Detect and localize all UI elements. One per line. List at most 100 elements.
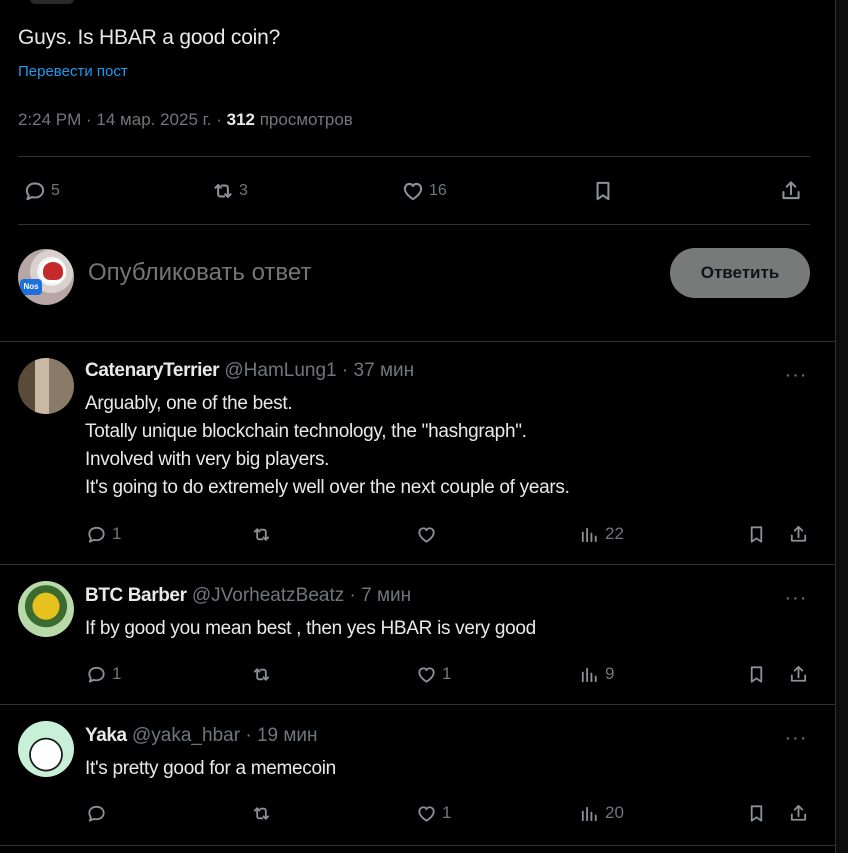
avatar[interactable]: Nos	[18, 249, 74, 305]
avatar[interactable]	[18, 581, 74, 637]
reply-header: BTC Barber @JVorheatzBeatz · 7 мин	[85, 585, 411, 607]
top-bar-fragment	[30, 0, 74, 4]
divider	[18, 224, 810, 225]
repost-icon	[253, 527, 270, 541]
repost-icon	[214, 184, 232, 198]
reply-button[interactable]: Ответить	[670, 248, 810, 298]
display-name[interactable]: Yaka	[85, 725, 127, 746]
user-handle[interactable]: @JVorheatzBeatz	[192, 585, 344, 606]
reply-item[interactable]: BTC Barber @JVorheatzBeatz · 7 мин ··· I…	[0, 565, 836, 704]
post-text: Guys. Is HBAR a good coin?	[18, 26, 281, 49]
meta-separator: ·	[240, 725, 257, 746]
reply-time[interactable]: 37 мин	[354, 360, 415, 381]
meta-separator: ·	[344, 585, 362, 606]
repost-icon	[253, 806, 270, 820]
bookmark-action[interactable]	[745, 659, 768, 689]
repost-count: 3	[239, 182, 248, 199]
reply-header: Yaka @yaka_hbar · 19 мин	[85, 725, 318, 747]
like-action[interactable]: 16	[400, 168, 447, 214]
repost-action[interactable]	[250, 798, 277, 828]
reply-action[interactable]: 1	[85, 519, 121, 549]
display-name[interactable]: CatenaryTerrier	[85, 360, 220, 381]
repost-action[interactable]	[250, 519, 277, 549]
share-icon	[782, 181, 800, 200]
share-icon	[790, 665, 807, 682]
bookmark-action[interactable]	[745, 798, 768, 828]
reply-action[interactable]: 1	[85, 659, 121, 689]
like-action[interactable]	[415, 519, 442, 549]
like-action[interactable]: 1	[415, 798, 451, 828]
analytics-icon	[581, 527, 597, 542]
heart-icon	[403, 182, 423, 201]
comment-icon	[88, 526, 105, 543]
reply-item[interactable]: Yaka @yaka_hbar · 19 мин ··· It's pretty…	[0, 705, 836, 845]
divider	[18, 156, 810, 157]
display-name[interactable]: BTC Barber	[85, 585, 187, 606]
share-icon	[790, 525, 807, 542]
views-count: 312	[226, 110, 255, 129]
repost-action[interactable]: 3	[210, 168, 248, 214]
like-count: 16	[429, 182, 447, 199]
user-handle[interactable]: @HamLung1	[224, 360, 336, 381]
reply-count: 1	[112, 664, 122, 683]
post-time[interactable]: 2:24 PM	[18, 110, 81, 129]
more-options-icon[interactable]: ···	[784, 588, 808, 613]
reply-time[interactable]: 7 мин	[361, 585, 411, 606]
analytics-icon	[581, 667, 597, 682]
bookmark-icon	[750, 804, 763, 822]
scrollbar[interactable]	[836, 0, 848, 853]
heart-icon	[418, 805, 435, 822]
share-action[interactable]	[787, 798, 810, 828]
post-meta: 2:24 PM · 14 мар. 2025 г. · 312 просмотр…	[18, 110, 353, 130]
views-label: просмотров	[259, 110, 353, 129]
bookmark-icon	[750, 665, 763, 683]
user-handle[interactable]: @yaka_hbar	[132, 725, 240, 746]
comment-icon	[88, 666, 105, 683]
views-action[interactable]: 20	[578, 798, 624, 828]
reply-count: 5	[51, 182, 60, 199]
meta-separator: ·	[211, 110, 227, 129]
helmet-graphic	[40, 259, 66, 283]
more-options-icon[interactable]: ···	[784, 365, 808, 390]
share-icon	[790, 804, 807, 821]
view-count: 20	[605, 803, 624, 822]
heart-icon	[418, 526, 435, 543]
reply-header: CatenaryTerrier @HamLung1 · 37 мин	[85, 360, 414, 382]
view-count: 9	[605, 664, 615, 683]
reply-input[interactable]	[88, 259, 588, 287]
comment-icon	[25, 182, 45, 201]
post-date[interactable]: 14 мар. 2025 г.	[96, 110, 211, 129]
share-action[interactable]	[787, 659, 810, 689]
reply-action[interactable]: 5	[22, 168, 60, 214]
meta-separator: ·	[336, 360, 354, 381]
translate-post-link[interactable]: Перевести пост	[18, 63, 128, 80]
meta-separator: ·	[81, 110, 97, 129]
bookmark-action[interactable]	[590, 168, 616, 214]
like-count: 1	[442, 803, 452, 822]
more-options-icon[interactable]: ···	[784, 728, 808, 753]
reply-text: If by good you mean best , then yes HBAR…	[85, 618, 536, 639]
reply-action[interactable]	[85, 798, 112, 828]
reply-item[interactable]: CatenaryTerrier @HamLung1 · 37 мин ··· A…	[0, 342, 836, 564]
share-action[interactable]	[778, 168, 804, 214]
share-action[interactable]	[787, 519, 810, 549]
post-detail-column: Guys. Is HBAR a good coin? Перевести пос…	[0, 0, 836, 853]
repost-action[interactable]	[250, 659, 277, 689]
bookmark-icon	[750, 525, 763, 543]
bookmark-icon	[596, 181, 610, 201]
reply-text: It's pretty good for a memecoin	[85, 758, 336, 779]
view-count: 22	[605, 524, 624, 543]
comment-icon	[88, 805, 105, 822]
reply-count: 1	[112, 524, 122, 543]
views-action[interactable]: 9	[578, 659, 614, 689]
reply-time[interactable]: 19 мин	[257, 725, 318, 746]
avatar[interactable]	[18, 721, 74, 777]
heart-icon	[418, 666, 435, 683]
views-action[interactable]: 22	[578, 519, 624, 549]
like-action[interactable]: 1	[415, 659, 451, 689]
reply-composer: Nos Ответить	[18, 246, 810, 306]
avatar-badge: Nos	[20, 279, 42, 295]
bookmark-action[interactable]	[745, 519, 768, 549]
like-count: 1	[442, 664, 452, 683]
avatar[interactable]	[18, 358, 74, 414]
